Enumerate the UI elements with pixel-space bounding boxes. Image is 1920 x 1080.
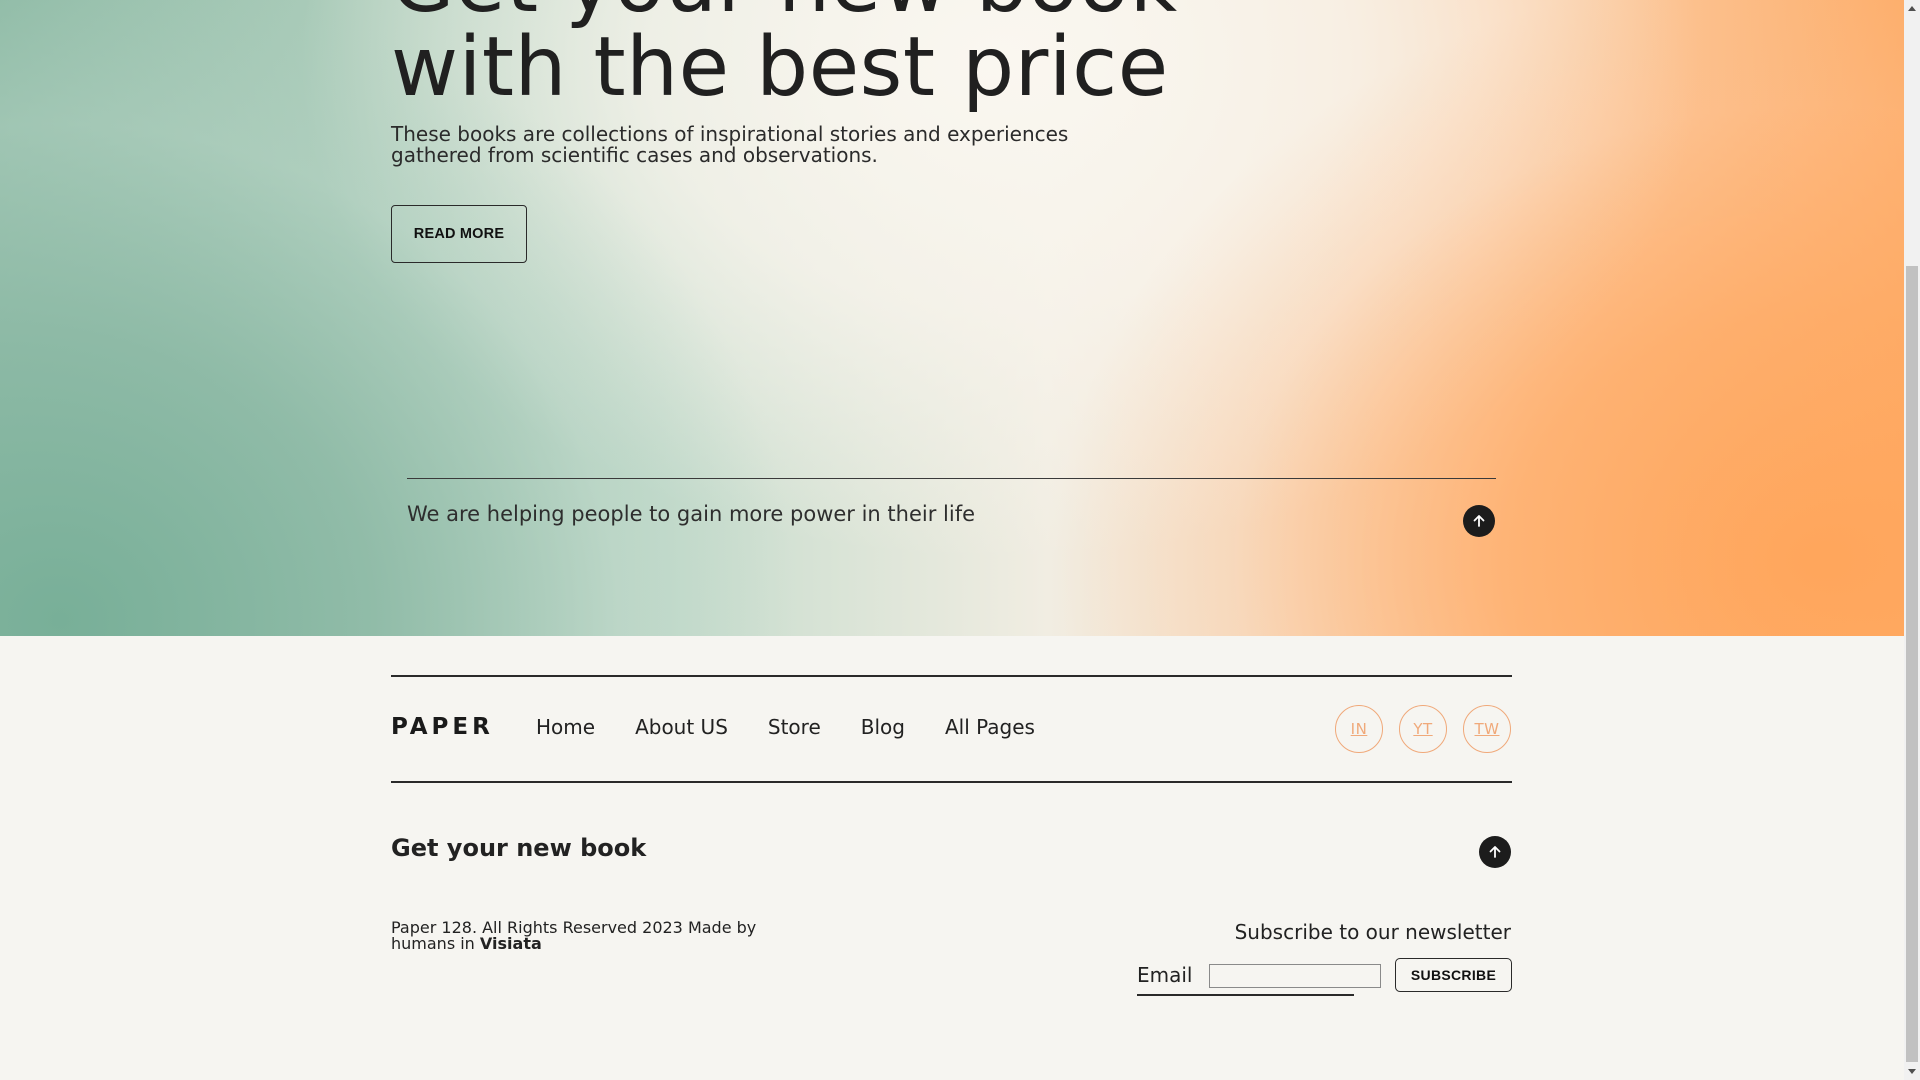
copyright-brand-link[interactable]: Visiata [480,934,542,953]
hero-tagline: We are helping people to gain more power… [407,502,976,526]
hero-title: Get your new bookwith the best price [391,0,1178,110]
nav-item-store[interactable]: Store [768,715,821,739]
copyright-body: Paper 128. All Rights Reserved 2023 Made… [391,918,757,953]
newsletter-title: Subscribe to our newsletter [1234,920,1511,944]
hero-divider [407,478,1496,479]
scroll-down-arrow-icon[interactable] [1904,1064,1920,1080]
hero-section: Get your new bookwith the best price The… [0,0,1904,636]
arrow-up-icon [1473,515,1485,527]
hero-title-line2: with the best price [391,20,1169,115]
nav-item-blog[interactable]: Blog [861,715,905,739]
nav-item-all-pages[interactable]: All Pages [945,715,1035,739]
social-link-youtube[interactable]: YT [1399,705,1447,753]
footer-logo[interactable]: PAPER [391,714,494,740]
page: Get your new bookwith the best price The… [0,0,1920,1080]
footer-divider-top [391,675,1512,677]
email-label: Email [1137,963,1193,987]
scroll-up-arrow-icon[interactable] [1904,0,1920,16]
read-more-button[interactable]: READ MORE [391,205,527,263]
nav-item-about-us[interactable]: About US [635,715,728,739]
footer-divider-bottom [391,781,1512,783]
arrow-up-icon [1489,846,1501,858]
scroll-top-button[interactable] [1463,505,1495,537]
footer-scroll-top-button[interactable] [1479,836,1511,868]
scrollbar-thumb[interactable] [1906,266,1918,1062]
social-link-instagram[interactable]: IN [1335,705,1383,753]
vertical-scrollbar[interactable] [1904,0,1920,1080]
subscribe-button[interactable]: SUBSCRIBE [1395,958,1512,992]
footer-nav: Home About US Store Blog All Pages [536,715,1075,739]
hero-subtitle: These books are collections of inspirati… [391,122,1069,167]
social-link-twitter[interactable]: TW [1463,705,1511,753]
nav-item-home[interactable]: Home [536,715,595,739]
email-input[interactable] [1209,964,1381,988]
email-underline [1137,994,1354,996]
copyright-text: Paper 128. All Rights Reserved 2023 Made… [391,920,771,952]
footer-title: Get your new book [391,834,647,862]
